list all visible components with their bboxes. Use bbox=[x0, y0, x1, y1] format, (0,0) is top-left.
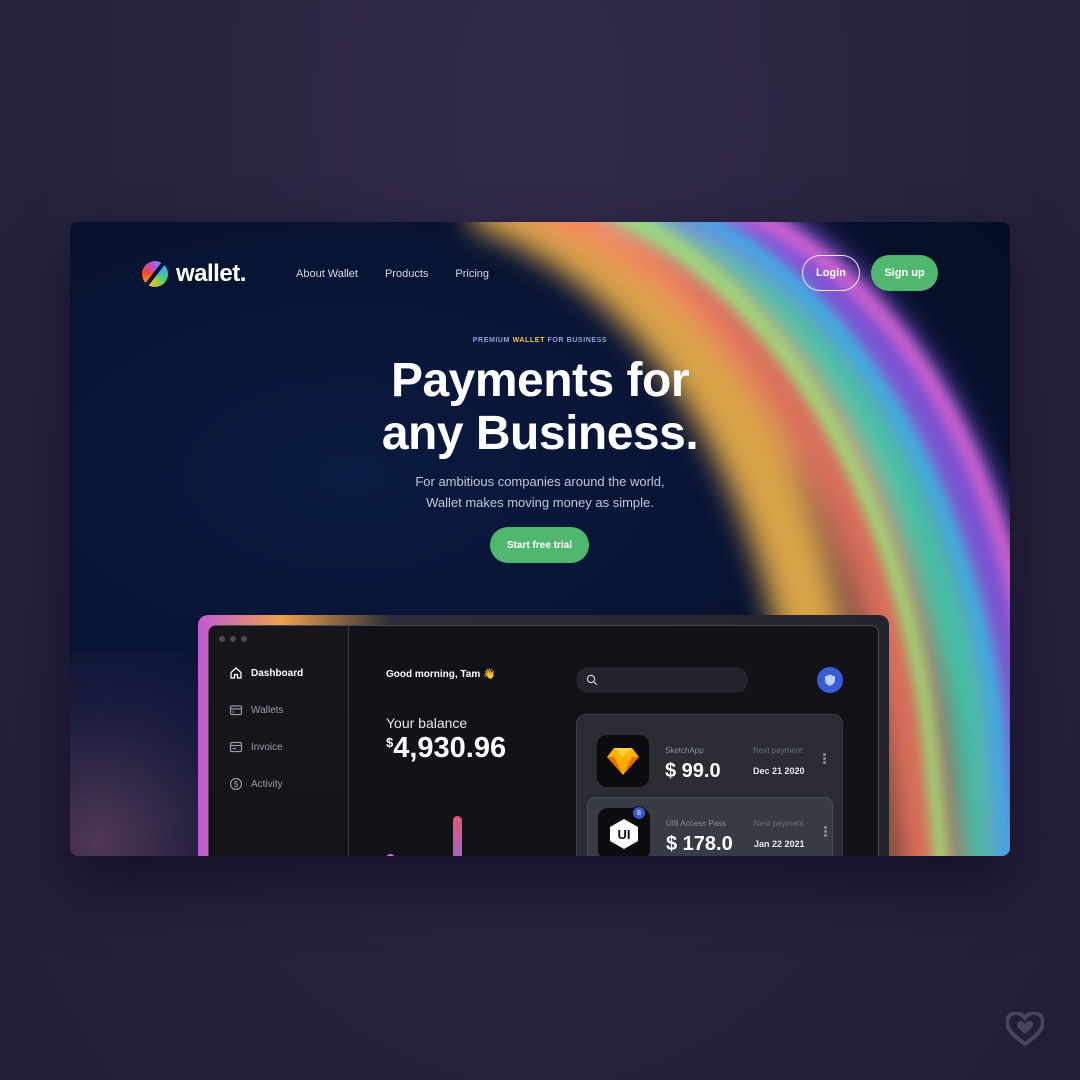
sidebar-item-invoice[interactable]: Invoice bbox=[229, 740, 283, 754]
eyebrow-highlight: WALLET bbox=[512, 337, 545, 344]
signup-button[interactable]: Sign up bbox=[871, 255, 938, 291]
sidebar-item-label: Dashboard bbox=[251, 667, 304, 679]
window-dot bbox=[219, 636, 225, 642]
balance-currency: $ bbox=[386, 735, 394, 750]
balance-mini-chart bbox=[386, 806, 486, 856]
nav-item-products[interactable]: Products bbox=[385, 268, 428, 280]
svg-text:$: $ bbox=[234, 780, 239, 789]
subscription-amount: $ 99.0 bbox=[665, 760, 721, 782]
sidebar-item-dashboard[interactable]: Dashboard bbox=[229, 666, 303, 680]
sketch-diamond-icon bbox=[597, 735, 649, 787]
brand-logo[interactable]: wallet. bbox=[142, 260, 246, 288]
dollar-circle-icon: $ bbox=[229, 777, 243, 791]
eyebrow-prefix: PREMIUM bbox=[472, 337, 513, 344]
sidebar-item-wallets[interactable]: Wallets bbox=[229, 703, 283, 717]
more-options-icon[interactable] bbox=[823, 753, 826, 764]
balance-label: Your balance bbox=[386, 715, 468, 731]
shield-icon bbox=[825, 674, 835, 686]
chart-bar bbox=[453, 816, 462, 856]
heart-icon bbox=[1006, 1012, 1044, 1046]
subtext-line-2: Wallet makes moving money as simple. bbox=[426, 495, 654, 510]
dashboard-mock: Dashboard Wallets Invoice $ Activity Goo… bbox=[208, 625, 879, 856]
subscriptions-panel: SketchApp $ 99.0 Next payment Dec 21 202… bbox=[576, 714, 843, 856]
sidebar-item-activity[interactable]: $ Activity bbox=[229, 777, 283, 791]
search-input[interactable] bbox=[576, 667, 748, 693]
wallet-logo-icon bbox=[142, 261, 168, 287]
start-free-trial-button[interactable]: Start free trial bbox=[490, 527, 589, 563]
sidebar-item-label: Invoice bbox=[251, 741, 283, 753]
next-payment-date: Dec 21 2020 bbox=[753, 766, 805, 776]
brand-name: wallet. bbox=[176, 260, 246, 287]
avatar[interactable] bbox=[817, 667, 843, 693]
next-payment-label: Next payment bbox=[753, 746, 803, 755]
nav-item-pricing[interactable]: Pricing bbox=[455, 268, 489, 280]
hero-headline: Payments for any Business. bbox=[70, 354, 1010, 460]
hero-eyebrow: PREMIUM WALLET FOR BUSINESS bbox=[70, 337, 1010, 344]
subscription-card[interactable]: UI 8 UI8 Access Pass $ 178.0 Next paymen… bbox=[587, 797, 833, 856]
login-button[interactable]: Login bbox=[802, 255, 860, 291]
window-controls bbox=[219, 636, 247, 642]
search-icon bbox=[586, 674, 598, 686]
headline-line-2: any Business. bbox=[381, 407, 699, 460]
notification-badge: 8 bbox=[632, 806, 646, 820]
home-icon bbox=[230, 667, 242, 679]
subscription-amount: $ 178.0 bbox=[666, 833, 733, 855]
greeting-text: Good morning, Tam 👋 bbox=[386, 669, 496, 680]
wallet-icon bbox=[229, 705, 243, 716]
sidebar-item-label: Wallets bbox=[251, 704, 284, 716]
window-dot bbox=[230, 636, 236, 642]
headline-line-1: Payments for bbox=[390, 354, 690, 407]
next-payment-date: Jan 22 2021 bbox=[754, 839, 805, 849]
hero-subtext: For ambitious companies around the world… bbox=[70, 471, 1010, 513]
nav-item-about[interactable]: About Wallet bbox=[296, 268, 358, 280]
subscription-app-name: UI8 Access Pass bbox=[666, 819, 727, 828]
more-options-icon[interactable] bbox=[824, 826, 827, 837]
dashboard-sidebar: Dashboard Wallets Invoice $ Activity bbox=[209, 626, 349, 856]
next-payment-label: Next payment bbox=[754, 819, 804, 828]
subscription-card[interactable]: SketchApp $ 99.0 Next payment Dec 21 202… bbox=[577, 715, 844, 787]
main-nav: About Wallet Products Pricing bbox=[296, 268, 489, 280]
window-dot bbox=[241, 636, 247, 642]
chart-bar bbox=[386, 854, 395, 856]
subtext-line-1: For ambitious companies around the world… bbox=[415, 474, 665, 489]
balance-amount: 4,930.96 bbox=[393, 732, 507, 764]
svg-text:UI: UI bbox=[618, 827, 631, 842]
invoice-icon bbox=[229, 741, 243, 753]
balance-value: $4,930.96 bbox=[386, 732, 506, 765]
eyebrow-suffix: FOR BUSINESS bbox=[544, 337, 608, 344]
subscription-app-name: SketchApp bbox=[665, 746, 704, 755]
sidebar-item-label: Activity bbox=[251, 778, 283, 790]
